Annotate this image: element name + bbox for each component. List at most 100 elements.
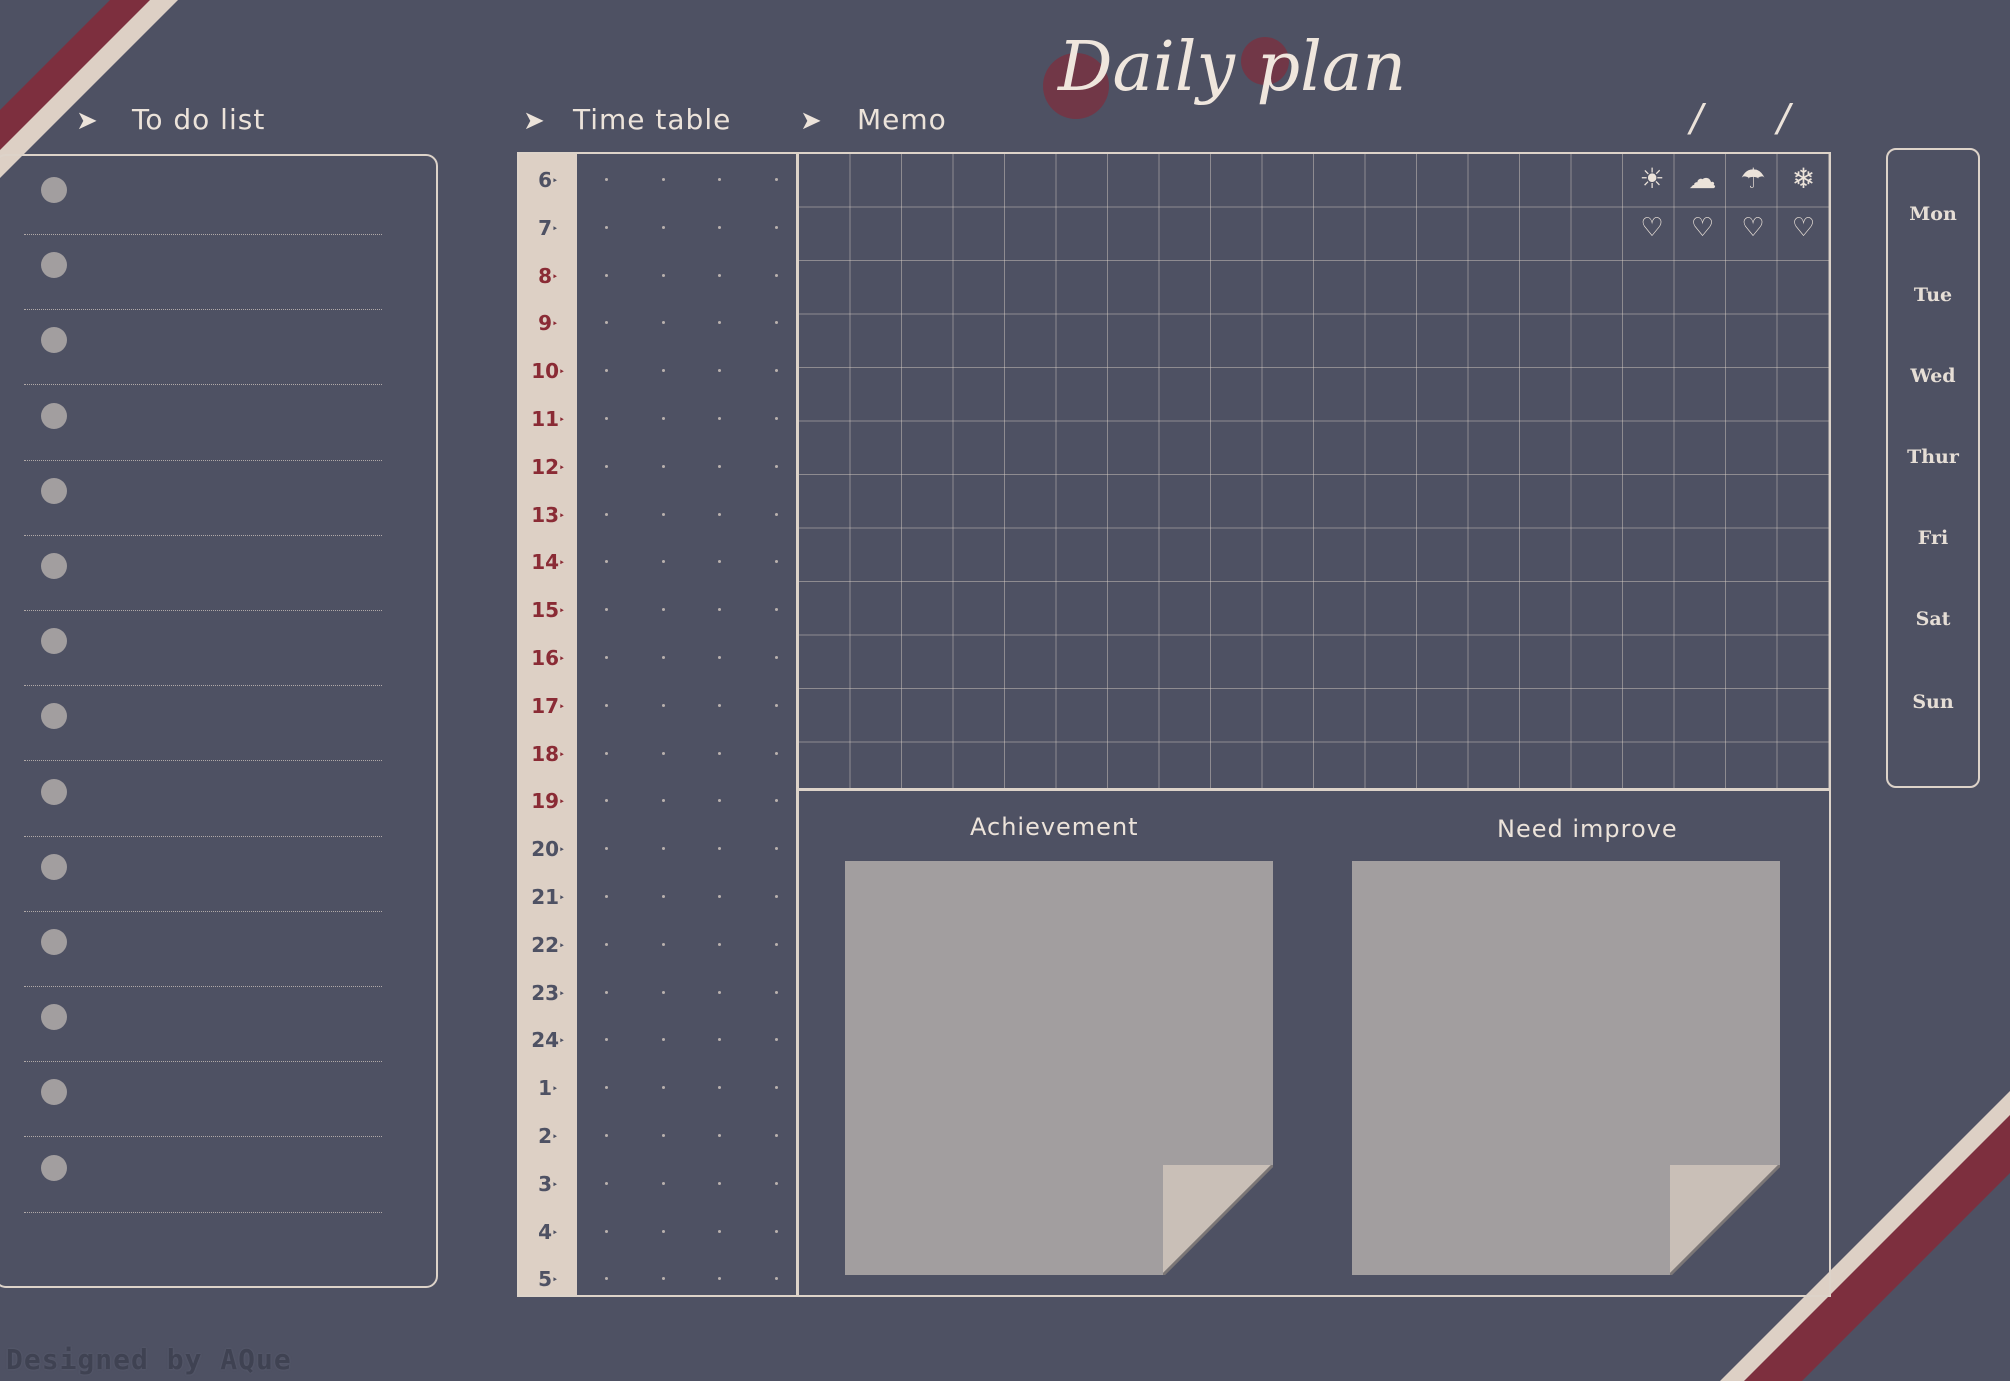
bullet-icon[interactable] bbox=[41, 1004, 67, 1031]
timetable-guide-dot bbox=[662, 1134, 665, 1137]
day-tue[interactable]: Tue bbox=[1888, 284, 1978, 306]
day-sat[interactable]: Sat bbox=[1888, 608, 1978, 630]
timetable-guide-dot bbox=[605, 799, 608, 803]
timetable-guide-dot bbox=[775, 1134, 778, 1137]
timetable-guide-dot bbox=[662, 225, 665, 229]
timetable-guide-dot bbox=[662, 369, 665, 373]
timetable-guide-dot bbox=[775, 656, 778, 659]
timetable-guide-dot bbox=[718, 273, 721, 277]
hour-label: 8‣ bbox=[519, 252, 577, 300]
cloud-icon[interactable]: ☁ bbox=[1683, 162, 1723, 195]
hour-marker-icon: ‣ bbox=[552, 1275, 558, 1286]
bullet-icon[interactable] bbox=[41, 853, 67, 880]
bullet-icon[interactable] bbox=[41, 1079, 67, 1106]
need-improve-note[interactable] bbox=[1352, 861, 1780, 1275]
hour-marker-icon: ‣ bbox=[552, 1132, 558, 1143]
bullet-icon[interactable] bbox=[41, 1154, 67, 1181]
hour-marker-icon: ‣ bbox=[559, 702, 565, 713]
timetable-guide-dot bbox=[605, 225, 608, 229]
todo-item[interactable] bbox=[24, 836, 382, 912]
hour-label: 21‣ bbox=[519, 873, 577, 921]
hour-marker-icon: ‣ bbox=[559, 558, 565, 569]
hour-number: 19 bbox=[531, 789, 560, 814]
hour-label: 3‣ bbox=[519, 1160, 577, 1208]
todo-item[interactable] bbox=[24, 460, 382, 536]
todo-item[interactable] bbox=[24, 1137, 382, 1213]
hour-number: 9 bbox=[538, 311, 553, 336]
timetable-guide-dot bbox=[718, 895, 721, 898]
achievement-label: Achievement bbox=[970, 813, 1139, 841]
sun-icon[interactable]: ☀ bbox=[1632, 162, 1672, 195]
memo-arrow-icon: ➤ bbox=[800, 106, 822, 136]
todo-item[interactable] bbox=[24, 685, 382, 762]
bullet-icon[interactable] bbox=[41, 628, 67, 655]
bullet-icon[interactable] bbox=[41, 177, 67, 203]
timetable-guide-dot bbox=[605, 656, 608, 659]
timetable-guide-dot bbox=[775, 799, 778, 803]
timetable-panel: 6‣ 7‣ 8‣ 9‣ 10‣ 11‣ 12‣ 13‣ 14‣ 15‣ 16‣ 17‣ 18‣ 19‣ 20… bbox=[517, 152, 798, 1297]
todo-item[interactable] bbox=[24, 385, 382, 461]
timetable-guide-dot bbox=[775, 1181, 778, 1185]
timetable-guide-dot bbox=[662, 417, 665, 420]
todo-item[interactable] bbox=[24, 610, 382, 687]
hour-label: 19‣ bbox=[519, 777, 577, 825]
weekday-selector: Mon Tue Wed Thur Fri Sat Sun bbox=[1886, 148, 1980, 788]
todo-item[interactable] bbox=[24, 911, 382, 987]
todo-item[interactable] bbox=[24, 761, 382, 837]
timetable-guide-dot bbox=[718, 608, 721, 612]
todo-item[interactable] bbox=[24, 159, 382, 235]
timetable-guide-dot bbox=[605, 1229, 608, 1233]
bullet-icon[interactable] bbox=[41, 327, 67, 354]
day-thur[interactable]: Thur bbox=[1888, 446, 1978, 468]
day-mon[interactable]: Mon bbox=[1888, 203, 1978, 225]
memo-grid[interactable]: ☀ ♡ ☁ ♡ ☂ ♡ ❄ ♡ bbox=[797, 152, 1831, 790]
date-slash-2: / bbox=[1777, 96, 1790, 140]
timetable-guide-dot bbox=[662, 1277, 665, 1281]
timetable-guide-dot bbox=[775, 1038, 778, 1042]
hour-number: 21 bbox=[531, 885, 560, 909]
todo-item[interactable] bbox=[24, 1061, 382, 1138]
todo-item[interactable] bbox=[24, 986, 382, 1063]
timetable-guide-dot bbox=[662, 321, 665, 325]
timetable-guide-dot bbox=[775, 464, 778, 468]
umbrella-icon[interactable]: ☂ bbox=[1733, 162, 1773, 195]
need-improve-label: Need improve bbox=[1497, 815, 1678, 843]
timetable-guide-dot bbox=[605, 369, 608, 373]
heart-icon[interactable]: ♡ bbox=[1632, 213, 1672, 243]
todo-item[interactable] bbox=[24, 309, 382, 386]
heart-icon[interactable]: ♡ bbox=[1683, 213, 1723, 243]
bullet-icon[interactable] bbox=[41, 252, 67, 279]
snowflake-icon[interactable]: ❄ bbox=[1784, 162, 1824, 195]
todo-item[interactable] bbox=[24, 234, 382, 311]
timetable-guide-dot bbox=[662, 847, 665, 851]
timetable-guide-dot bbox=[775, 1277, 778, 1281]
hour-label: 1‣ bbox=[519, 1064, 577, 1112]
hour-marker-icon: ‣ bbox=[559, 893, 565, 904]
hour-number: 6 bbox=[538, 168, 553, 192]
timetable-guide-dot bbox=[718, 464, 721, 468]
bullet-icon[interactable] bbox=[41, 477, 67, 504]
timetable-guide-dot bbox=[662, 656, 665, 659]
hour-marker-icon: ‣ bbox=[559, 797, 565, 808]
timetable-guide-dot bbox=[662, 608, 665, 612]
todo-item[interactable] bbox=[24, 535, 382, 611]
bullet-icon[interactable] bbox=[41, 553, 67, 579]
bullet-icon[interactable] bbox=[41, 703, 67, 730]
bullet-icon[interactable] bbox=[41, 402, 67, 429]
timetable-guide-dot bbox=[775, 751, 778, 755]
heart-icon[interactable]: ♡ bbox=[1784, 213, 1824, 243]
day-wed[interactable]: Wed bbox=[1888, 365, 1978, 387]
todo-list-heading: To do list bbox=[132, 103, 266, 136]
bullet-icon[interactable] bbox=[41, 778, 67, 805]
timetable-guide-dot bbox=[775, 369, 778, 373]
timetable-guide-dot bbox=[718, 321, 721, 325]
day-fri[interactable]: Fri bbox=[1888, 527, 1978, 549]
day-sun[interactable]: Sun bbox=[1888, 691, 1978, 713]
timetable-guide-dot bbox=[775, 895, 778, 898]
bullet-icon[interactable] bbox=[41, 929, 67, 955]
achievement-note[interactable] bbox=[845, 861, 1273, 1275]
hour-marker-icon: ‣ bbox=[552, 319, 558, 330]
hour-number: 7 bbox=[538, 215, 553, 240]
heart-icon[interactable]: ♡ bbox=[1733, 213, 1773, 243]
timetable-guide-dot bbox=[605, 560, 608, 564]
